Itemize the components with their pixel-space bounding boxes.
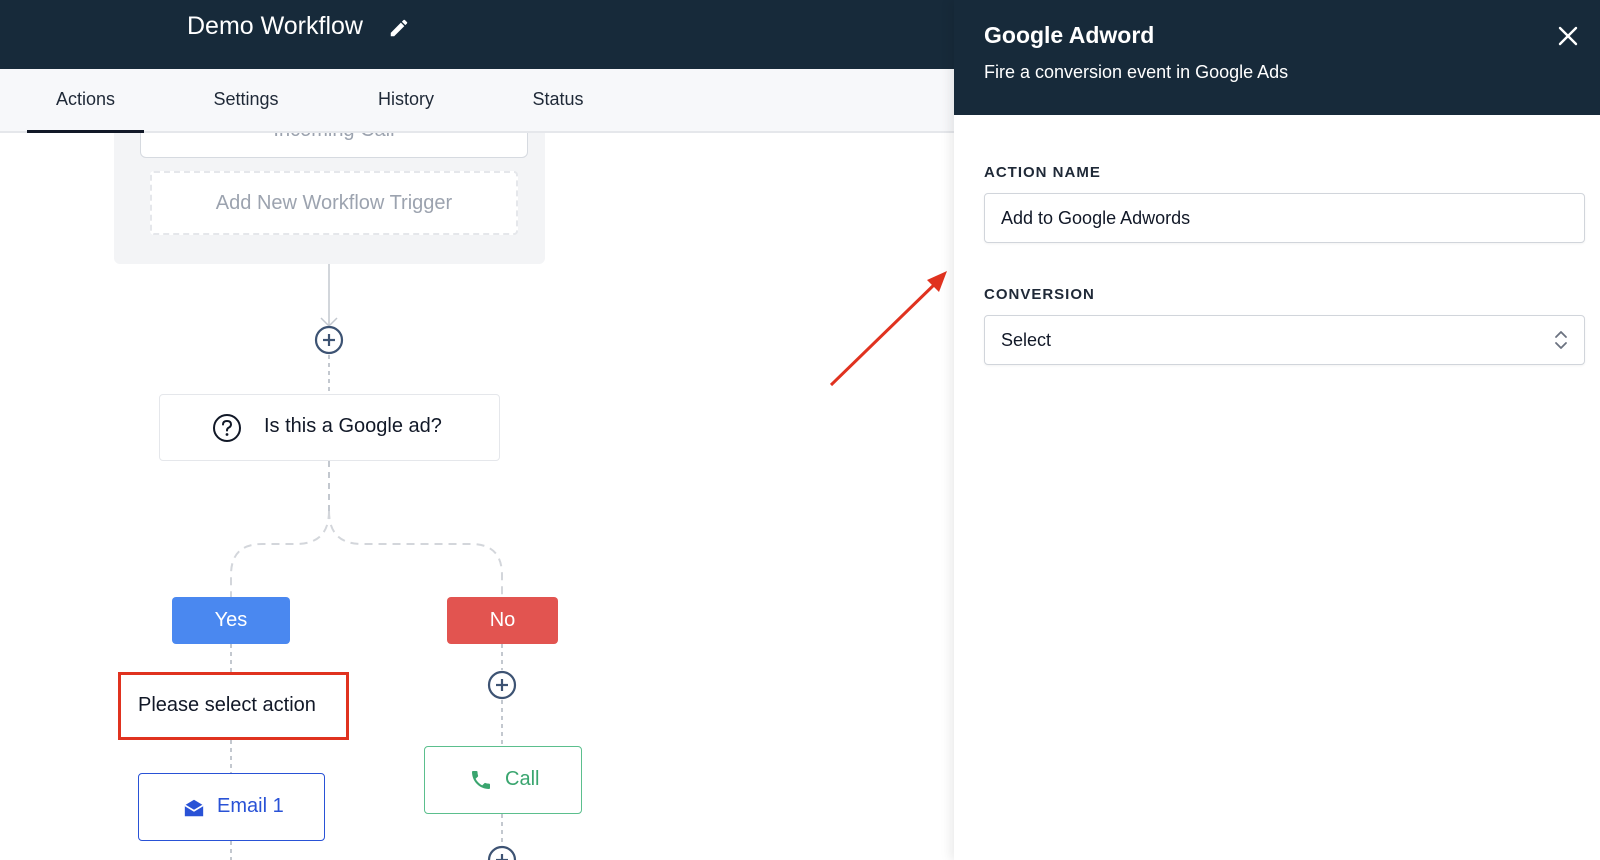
- tab-actions[interactable]: Actions: [27, 69, 144, 133]
- panel-header: Google Adword Fire a conversion event in…: [954, 0, 1600, 115]
- tab-settings[interactable]: Settings: [190, 69, 302, 133]
- tab-status[interactable]: Status: [512, 69, 604, 133]
- select-action-label: Please select action: [138, 694, 316, 716]
- add-trigger-button[interactable]: Add New Workflow Trigger: [150, 171, 518, 235]
- email-action-label: Email 1: [217, 795, 284, 817]
- workflow-header: Demo Workflow: [0, 0, 954, 69]
- add-step-plus-icon[interactable]: [487, 845, 517, 860]
- add-step-plus-icon[interactable]: [314, 325, 344, 355]
- chevron-up-down-icon: [1555, 331, 1567, 349]
- call-action-card[interactable]: Call: [424, 746, 582, 814]
- branch-no[interactable]: No: [447, 597, 558, 644]
- condition-card[interactable]: Is this a Google ad?: [159, 394, 500, 461]
- call-action-label: Call: [505, 768, 540, 790]
- phone-icon: [472, 771, 490, 789]
- condition-label: Is this a Google ad?: [264, 415, 442, 437]
- question-circle-icon: [213, 414, 241, 442]
- branch-yes[interactable]: Yes: [172, 597, 290, 644]
- action-config-panel: Google Adword Fire a conversion event in…: [954, 0, 1600, 860]
- tab-history[interactable]: History: [355, 69, 457, 133]
- trigger-group: Incoming Call Add New Workflow Trigger: [114, 133, 545, 264]
- workflow-tabs: Actions Settings History Status: [0, 69, 954, 133]
- panel-title: Google Adword: [984, 22, 1155, 48]
- email-action-card[interactable]: Email 1: [138, 773, 325, 841]
- action-name-input[interactable]: [984, 193, 1585, 243]
- envelope-icon: [184, 799, 204, 817]
- trigger-card[interactable]: Incoming Call: [140, 133, 528, 158]
- add-step-plus-icon[interactable]: [487, 670, 517, 700]
- close-icon[interactable]: [1556, 24, 1580, 48]
- action-name-label: ACTION NAME: [984, 164, 1101, 181]
- workflow-canvas: Incoming Call Add New Workflow Trigger I…: [0, 133, 954, 860]
- panel-subtitle: Fire a conversion event in Google Ads: [984, 62, 1289, 82]
- conversion-select[interactable]: Select: [984, 315, 1585, 365]
- conversion-label: CONVERSION: [984, 286, 1095, 303]
- select-action-placeholder[interactable]: Please select action: [118, 672, 349, 740]
- conversion-select-value: Select: [1001, 330, 1052, 350]
- pencil-icon[interactable]: [388, 17, 410, 39]
- workflow-title: Demo Workflow: [187, 12, 363, 40]
